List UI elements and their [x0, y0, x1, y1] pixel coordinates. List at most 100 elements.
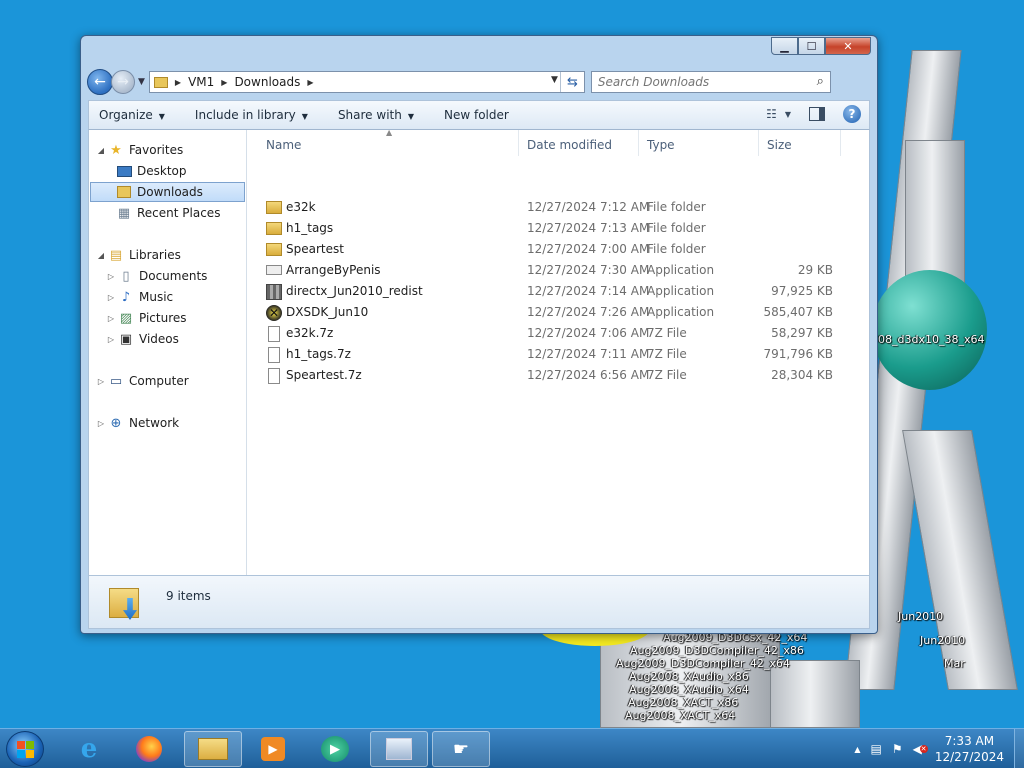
nav-downloads[interactable]: Downloads: [90, 182, 245, 202]
expand-arrow-icon[interactable]: ◢: [95, 146, 107, 155]
desktop-label: Jun2010: [898, 610, 944, 623]
recent-pages-dropdown[interactable]: ▼: [138, 77, 145, 87]
column-divider[interactable]: [518, 130, 519, 156]
preview-pane-button[interactable]: [809, 107, 825, 121]
nav-desktop[interactable]: Desktop: [115, 161, 187, 181]
breadcrumb-separator[interactable]: ▶: [221, 78, 227, 87]
file-icon: [268, 347, 280, 363]
nav-videos-label: Videos: [139, 332, 179, 346]
taskbar-internet-explorer[interactable]: e: [60, 731, 118, 767]
nav-recent-places[interactable]: ▦ Recent Places: [115, 203, 221, 223]
file-date: 12/27/2024 7:26 AM: [527, 305, 650, 319]
collapse-arrow-icon[interactable]: ▷: [105, 272, 117, 281]
file-row[interactable]: e32k.7z 12/27/2024 7:06 AM 7Z File 58,29…: [248, 323, 869, 344]
collapse-arrow-icon[interactable]: ▷: [105, 314, 117, 323]
taskbar-firefox[interactable]: [120, 731, 178, 767]
nav-documents[interactable]: ▷ ▯ Documents: [105, 266, 208, 286]
collapse-arrow-icon[interactable]: ▷: [95, 419, 107, 428]
desktop-art-cabinet: [902, 430, 1018, 690]
nav-favorites[interactable]: ◢ ★ Favorites: [95, 140, 183, 160]
desktop-label: Aug2008_XAudio_x86: [629, 670, 749, 683]
breadcrumb-vm1[interactable]: VM1: [188, 75, 214, 89]
maximize-button[interactable]: ☐: [798, 37, 825, 55]
search-input[interactable]: [597, 75, 798, 89]
breadcrumb-downloads[interactable]: Downloads: [234, 75, 300, 89]
file-row[interactable]: ✕ DXSDK_Jun10 12/27/2024 7:26 AM Applica…: [248, 302, 869, 323]
column-divider[interactable]: [758, 130, 759, 156]
explorer-folder-icon: [198, 738, 228, 760]
file-row[interactable]: Speartest 12/27/2024 7:00 AM File folder: [248, 239, 869, 260]
pictures-icon: ▨: [119, 310, 133, 326]
taskbar-windows-explorer[interactable]: [184, 731, 242, 767]
taskbar-media-player[interactable]: ▶: [244, 731, 302, 767]
help-icon[interactable]: ?: [843, 105, 861, 123]
column-divider[interactable]: [638, 130, 639, 156]
start-button[interactable]: [6, 731, 44, 767]
file-type: 7Z File: [647, 368, 687, 382]
search-icon[interactable]: ⌕: [817, 74, 824, 89]
nav-desktop-label: Desktop: [137, 164, 187, 178]
show-hidden-icons-button[interactable]: ▲: [854, 745, 860, 754]
nav-videos[interactable]: ▷ ▣ Videos: [105, 329, 179, 349]
forward-button[interactable]: →: [111, 70, 135, 94]
column-name[interactable]: Name: [266, 138, 301, 152]
back-button[interactable]: ←: [87, 69, 113, 95]
chevron-down-icon: ▼: [784, 109, 791, 119]
file-row[interactable]: h1_tags.7z 12/27/2024 7:11 AM 7Z File 79…: [248, 344, 869, 365]
libraries-icon: ▤: [109, 247, 123, 263]
nav-network[interactable]: ▷ ⊕ Network: [95, 413, 179, 433]
new-folder-button[interactable]: New folder: [444, 108, 509, 122]
collapse-arrow-icon[interactable]: ▷: [105, 335, 117, 344]
nav-pictures[interactable]: ▷ ▨ Pictures: [105, 308, 187, 328]
taskbar-hand-app[interactable]: ☛: [432, 731, 490, 767]
show-desktop-button[interactable]: [1014, 729, 1024, 768]
system-tray: ▲ ▤ ⚑ ◀ ✕ 7:33 AM 12/27/2024: [849, 729, 1024, 768]
forward-arrow-icon: →: [117, 74, 129, 90]
column-date-modified[interactable]: Date modified: [527, 138, 612, 152]
file-date: 12/27/2024 7:00 AM: [527, 242, 650, 256]
breadcrumb-separator[interactable]: ▶: [175, 78, 181, 87]
search-box[interactable]: ⌕: [590, 71, 831, 93]
nav-computer[interactable]: ▷ ▭ Computer: [95, 371, 189, 391]
include-in-library-button[interactable]: Include in library ▼: [195, 108, 308, 122]
documents-icon: ▯: [122, 268, 130, 284]
nav-music[interactable]: ▷ ♪ Music: [105, 287, 173, 307]
close-button[interactable]: ✕: [825, 37, 871, 55]
taskbar-control-panel[interactable]: [370, 731, 428, 767]
collapse-arrow-icon[interactable]: ▷: [105, 293, 117, 302]
collapse-arrow-icon[interactable]: ▷: [95, 377, 107, 386]
taskbar-live-messenger[interactable]: ▶: [306, 731, 364, 767]
breadcrumb-separator[interactable]: ▶: [307, 78, 313, 87]
chevron-down-icon: ▼: [158, 112, 165, 121]
firefox-icon: [136, 736, 162, 762]
share-with-button[interactable]: Share with ▼: [338, 108, 414, 122]
file-type: File folder: [647, 221, 706, 235]
address-dropdown[interactable]: ▼: [551, 75, 558, 85]
file-row[interactable]: directx_Jun2010_redist 12/27/2024 7:14 A…: [248, 281, 869, 302]
column-type[interactable]: Type: [647, 138, 675, 152]
address-bar[interactable]: ▶ VM1 ▶ Downloads ▶ ▼ ⇆: [148, 71, 585, 93]
nav-libraries[interactable]: ◢ ▤ Libraries: [95, 245, 181, 265]
refresh-button[interactable]: ⇆: [559, 72, 584, 92]
messenger-icon: ▶: [321, 736, 349, 762]
caption-buttons: ▁ ☐ ✕: [771, 37, 871, 55]
file-date: 12/27/2024 7:30 AM: [527, 263, 650, 277]
star-icon: ★: [110, 142, 122, 158]
file-row[interactable]: ArrangeByPenis 12/27/2024 7:30 AM Applic…: [248, 260, 869, 281]
expand-arrow-icon[interactable]: ◢: [95, 251, 107, 260]
column-divider[interactable]: [840, 130, 841, 156]
minimize-button[interactable]: ▁: [771, 37, 798, 55]
file-row[interactable]: h1_tags 12/27/2024 7:13 AM File folder: [248, 218, 869, 239]
organize-button[interactable]: Organize ▼: [99, 108, 165, 122]
change-view-button[interactable]: ☷ ▼: [766, 107, 791, 121]
clock[interactable]: 7:33 AM 12/27/2024: [935, 733, 1004, 765]
desktop-label: Aug2008_XACT_x86: [628, 696, 739, 709]
action-center-flag-icon[interactable]: ⚑: [892, 742, 903, 756]
file-row[interactable]: e32k 12/27/2024 7:12 AM File folder: [248, 197, 869, 218]
network-tray-icon[interactable]: ▤: [870, 742, 881, 756]
file-name: e32k.7z: [286, 326, 334, 340]
volume-muted-icon[interactable]: ◀ ✕: [913, 742, 928, 756]
sort-ascending-icon: ▲: [386, 128, 393, 137]
file-row[interactable]: Speartest.7z 12/27/2024 6:56 AM 7Z File …: [248, 365, 869, 386]
column-size[interactable]: Size: [767, 138, 792, 152]
